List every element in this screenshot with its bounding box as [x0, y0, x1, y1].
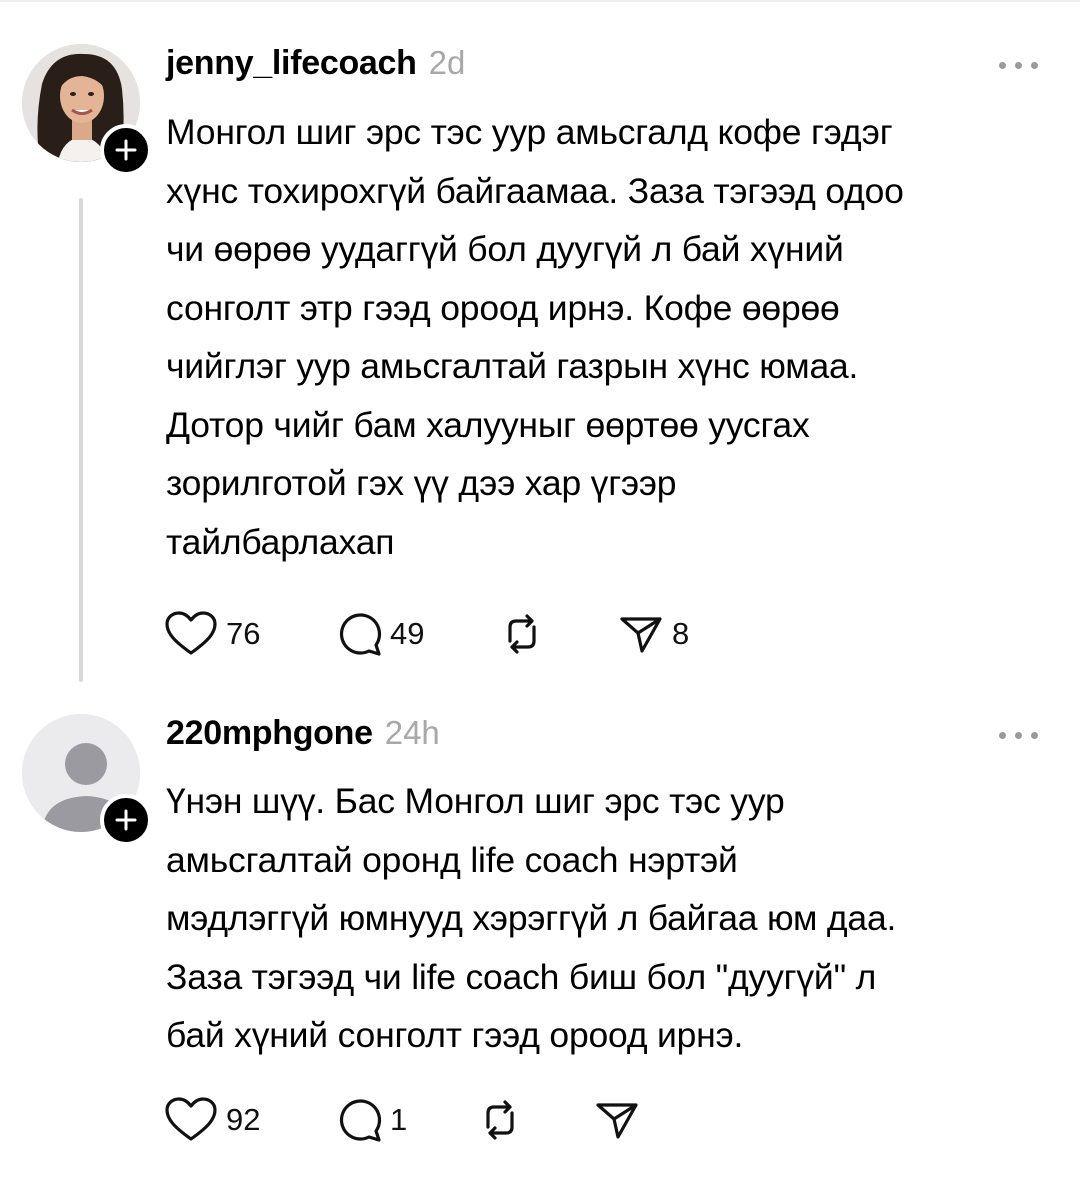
post-text: Монгол шиг эрс тэс уур амьсгалд кофе гэд… — [166, 112, 904, 562]
post-jenny: jenny_lifecoach 2d Монгол шиг эрс тэс уу… — [0, 0, 1080, 700]
share-count: 8 — [672, 616, 690, 651]
comment-count: 49 — [390, 616, 425, 651]
send-icon — [596, 1103, 638, 1139]
username[interactable]: 220mphgone — [166, 714, 373, 753]
dot-icon — [1031, 732, 1038, 739]
thread-line — [79, 198, 83, 682]
like-button[interactable]: 76 — [164, 604, 260, 664]
dot-icon — [1015, 732, 1022, 739]
comment-icon — [339, 613, 382, 656]
like-count: 92 — [226, 1102, 261, 1137]
plus-icon — [115, 139, 137, 161]
post-text: Үнэн шүү. Бас Монгол шиг эрс тэс уур амь… — [166, 781, 897, 1055]
repost-button[interactable] — [498, 604, 546, 664]
repost-icon — [486, 1100, 514, 1140]
follow-plus-button[interactable] — [100, 794, 152, 846]
dot-icon — [999, 62, 1006, 69]
post-header: 220mphgone 24h — [166, 714, 440, 753]
more-options-button[interactable] — [999, 732, 1038, 739]
follow-plus-button[interactable] — [100, 124, 152, 176]
comment-button[interactable]: 1 — [336, 1090, 407, 1150]
share-button[interactable]: 8 — [618, 604, 689, 664]
like-count: 76 — [226, 616, 261, 651]
username[interactable]: jenny_lifecoach — [166, 44, 417, 83]
comment-count: 1 — [390, 1102, 408, 1137]
more-options-button[interactable] — [999, 62, 1038, 69]
comment-button[interactable]: 49 — [336, 604, 424, 664]
post-header: jenny_lifecoach 2d — [166, 44, 465, 83]
repost-button[interactable] — [476, 1090, 524, 1150]
repost-icon — [508, 614, 536, 654]
timestamp: 2d — [428, 44, 466, 81]
dot-icon — [1015, 62, 1022, 69]
timestamp: 24h — [384, 714, 440, 751]
comment-icon — [339, 1099, 382, 1142]
heart-icon — [165, 611, 217, 655]
dot-icon — [1031, 62, 1038, 69]
share-button[interactable] — [594, 1090, 640, 1150]
send-icon — [620, 617, 662, 653]
heart-icon — [165, 1097, 217, 1141]
like-button[interactable]: 92 — [164, 1090, 260, 1150]
dot-icon — [999, 732, 1006, 739]
post-220mphgone: 220mphgone 24h Үнэн шүү. Бас Монгол шиг … — [0, 700, 1080, 1180]
plus-icon — [115, 809, 137, 831]
